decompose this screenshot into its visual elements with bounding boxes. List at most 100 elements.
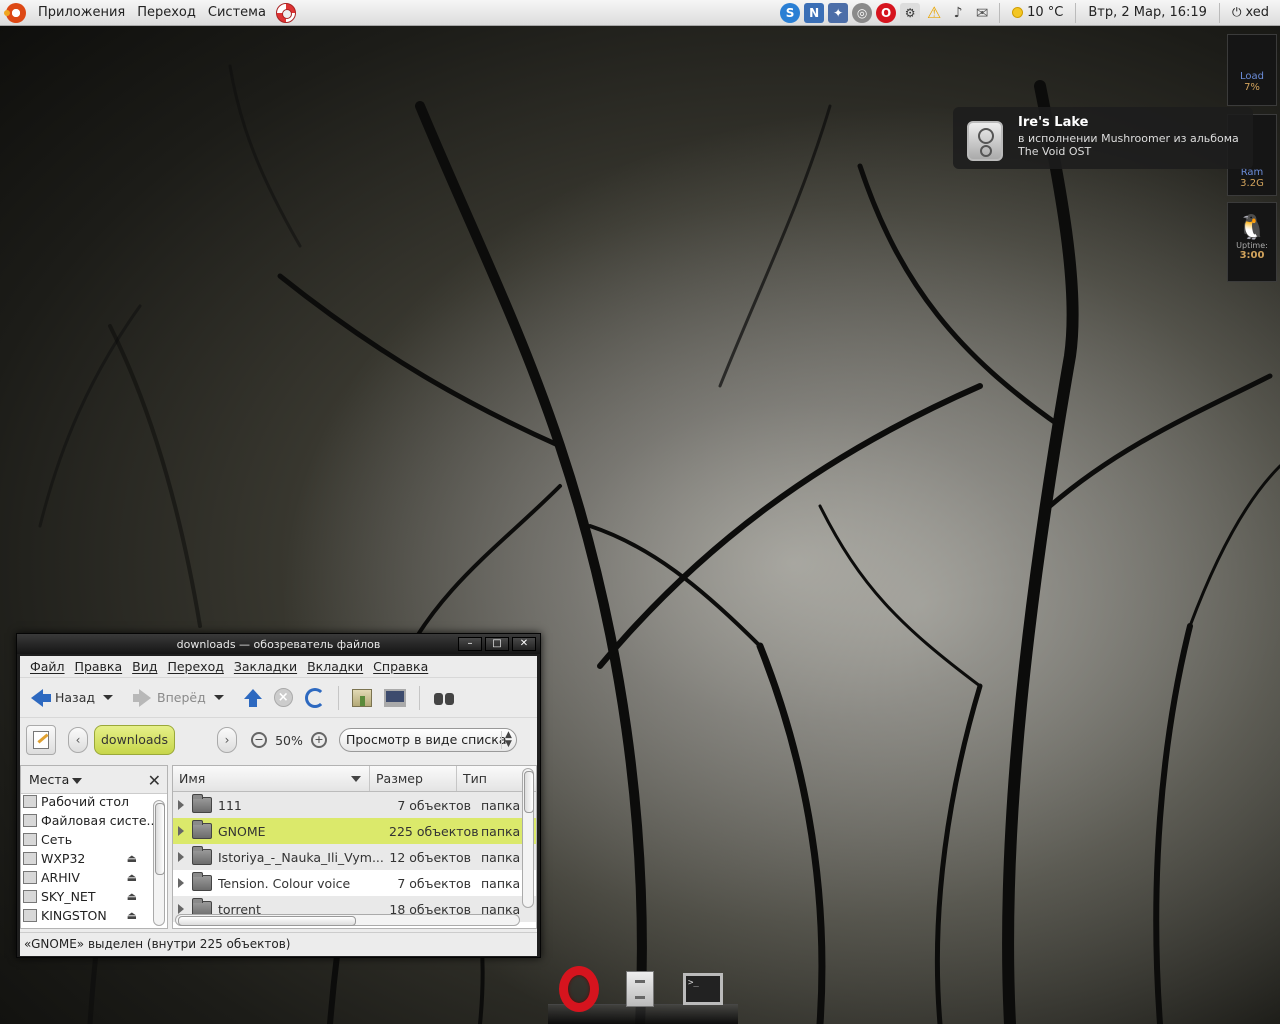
dropbox-icon[interactable]: ◎ <box>852 2 873 23</box>
reload-button[interactable] <box>302 683 328 713</box>
menu-applications[interactable]: Приложения <box>32 0 131 25</box>
chevron-down-icon[interactable] <box>213 695 224 700</box>
file-type: папка <box>481 797 521 813</box>
dock-file-manager[interactable] <box>617 964 663 1014</box>
sidebar-item[interactable]: Рабочий стол <box>21 792 149 811</box>
expander-icon[interactable] <box>178 878 184 888</box>
expander-icon[interactable] <box>178 826 184 836</box>
home-icon <box>351 688 372 707</box>
file-type: папка <box>481 875 521 891</box>
close-sidebar-icon[interactable]: ✕ <box>148 771 161 790</box>
view-mode-select[interactable]: Просмотр в виде списка ▲ ▼ <box>338 728 517 752</box>
binoculars-icon <box>433 690 455 706</box>
help-lifebuoy-icon[interactable] <box>275 2 296 23</box>
zoom-in-icon[interactable]: + <box>310 732 327 748</box>
volume-icon[interactable]: ♪ <box>948 3 968 23</box>
menu-bookmarks[interactable]: Закладки <box>229 659 302 674</box>
puzzle-icon[interactable]: ✦ <box>828 2 849 23</box>
computer-icon <box>383 688 406 707</box>
weather-applet[interactable]: 10 °C <box>1007 5 1068 20</box>
pidgin-icon[interactable]: N <box>804 2 825 23</box>
table-row[interactable]: Istoriya_-_Nauka_Ili_Vym... 12 объектов па… <box>173 844 536 870</box>
expander-icon[interactable] <box>178 852 184 862</box>
column-headers: Имя Размер Тип <box>173 766 536 792</box>
menu-go[interactable]: Переход <box>162 659 228 674</box>
expander-icon[interactable] <box>178 800 184 810</box>
zoom-level[interactable]: 50% <box>273 733 305 748</box>
notification-title: Ire's Lake <box>1018 115 1089 130</box>
file-list-vertical-scrollbar[interactable] <box>522 768 534 908</box>
column-name[interactable]: Имя <box>173 766 370 791</box>
eject-icon[interactable]: ⏏ <box>127 852 137 865</box>
tray-separator <box>1218 2 1220 23</box>
computer-button[interactable] <box>381 683 409 713</box>
clock[interactable]: Втр, 2 Мар, 16:19 <box>1083 5 1212 20</box>
breadcrumb-scroll-right-button[interactable]: › <box>216 727 237 753</box>
mail-icon[interactable]: ✉ <box>972 3 992 23</box>
toggle-location-entry-button[interactable] <box>26 725 56 755</box>
breadcrumb-scroll-left-button[interactable]: ‹ <box>68 727 88 753</box>
eject-icon[interactable]: ⏏ <box>127 909 137 922</box>
sidebar-item-label: Рабочий стол <box>41 794 129 809</box>
menu-file[interactable]: Файл <box>25 659 70 674</box>
speaker-icon <box>967 121 1003 161</box>
close-button[interactable]: ✕ <box>512 637 536 651</box>
back-button[interactable]: Назад <box>28 683 116 713</box>
warning-icon[interactable]: ⚠ <box>924 3 944 23</box>
toolbar-separator <box>418 685 420 710</box>
menu-places[interactable]: Переход <box>131 0 202 25</box>
sidebar-item[interactable]: Файловая систе... <box>21 811 158 830</box>
column-type[interactable]: Тип <box>457 766 519 791</box>
user-switcher[interactable]: ⏻ xed <box>1227 5 1274 20</box>
table-row[interactable]: 111 7 объектов папка <box>173 792 536 818</box>
sidebar-item[interactable]: Сеть <box>21 830 149 849</box>
uptime-label: Uptime: <box>1236 241 1268 250</box>
expander-icon[interactable] <box>178 904 184 914</box>
maximize-button[interactable]: □ <box>485 637 509 651</box>
sidebar-scrollbar[interactable] <box>153 800 165 926</box>
home-button[interactable] <box>349 683 375 713</box>
menu-view[interactable]: Вид <box>127 659 162 674</box>
drive-icon <box>23 852 37 865</box>
breadcrumb-downloads[interactable]: downloads <box>94 725 175 755</box>
up-button[interactable] <box>241 683 265 713</box>
minimize-button[interactable]: – <box>458 637 482 651</box>
opera-icon[interactable]: O <box>876 2 897 23</box>
eject-icon[interactable]: ⏏ <box>127 871 137 884</box>
sidebar-item[interactable]: ARHIV ⏏ <box>21 868 149 887</box>
status-bar: «GNOME» выделен (внутри 225 объектов) <box>20 932 537 956</box>
eject-icon[interactable]: ⏏ <box>127 890 137 903</box>
dock-terminal[interactable]: >_ <box>680 964 726 1014</box>
view-mode-value: Просмотр в виде списка <box>345 732 507 747</box>
chevron-down-icon[interactable] <box>103 695 114 700</box>
forward-button[interactable]: Вперёд <box>130 683 227 713</box>
network-icon[interactable]: ⚙ <box>900 2 921 23</box>
sidebar-item[interactable]: SKY_NET ⏏ <box>21 887 149 906</box>
skype-icon[interactable]: S <box>780 2 801 23</box>
zoom-out-icon[interactable]: − <box>250 732 267 748</box>
music-notification[interactable]: Ire's Lake в исполнении Mushroomer из ал… <box>953 107 1253 169</box>
sidebar-item[interactable]: WXP32 ⏏ <box>21 849 149 868</box>
table-row[interactable]: Tension. Colour voice 7 объектов папка <box>173 870 536 896</box>
column-size[interactable]: Размер <box>370 766 457 791</box>
file-name: Istoriya_-_Nauka_Ili_Vym... <box>218 849 384 865</box>
menu-system[interactable]: Система <box>202 0 272 25</box>
window-titlebar[interactable]: downloads — обозреватель файлов – □ ✕ <box>17 634 540 654</box>
sidebar-header[interactable]: Места <box>21 766 167 794</box>
table-row[interactable]: GNOME 225 объектов папка <box>173 818 536 844</box>
file-name: 111 <box>218 797 242 813</box>
file-size: 7 объектов <box>397 875 471 891</box>
tray-separator <box>999 2 1001 23</box>
menu-tabs[interactable]: Вкладки <box>302 659 368 674</box>
dock-opera[interactable] <box>556 964 602 1014</box>
sidebar-item-label: Сеть <box>41 832 73 847</box>
stop-button[interactable]: × <box>271 683 296 713</box>
chevron-down-icon <box>72 777 83 784</box>
menu-edit[interactable]: Правка <box>70 659 128 674</box>
sidebar-item[interactable]: KINGSTON ⏏ <box>21 906 149 925</box>
power-icon: ⏻ <box>1231 5 1242 19</box>
ubuntu-logo-icon[interactable] <box>4 2 26 23</box>
search-button[interactable] <box>430 683 458 713</box>
file-list-horizontal-scrollbar[interactable] <box>175 914 520 926</box>
menu-help[interactable]: Справка <box>368 659 433 674</box>
